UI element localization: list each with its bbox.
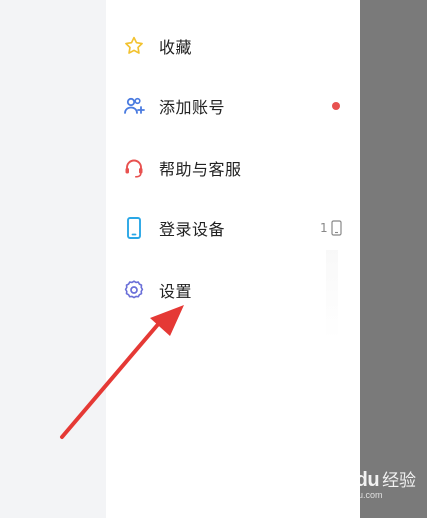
menu-item-label: 设置 (159, 282, 193, 301)
phone-icon (122, 216, 146, 240)
menu-item-label: 收藏 (159, 38, 193, 57)
menu-item-add-account[interactable]: 添加账号 (106, 86, 360, 126)
background-content (0, 0, 106, 518)
device-count: 1 (320, 220, 342, 236)
device-count-number: 1 (320, 221, 328, 235)
watermark-url: jingyan.baidu.com (310, 490, 383, 500)
menu-item-settings[interactable]: 设置 (106, 270, 360, 310)
watermark-brand: Bai du (306, 469, 380, 491)
menu-item-login-devices[interactable]: 登录设备 1 (106, 208, 360, 248)
add-account-icon (122, 94, 146, 118)
watermark-cn: 经验 (382, 471, 417, 490)
paw-icon (339, 471, 352, 487)
side-drawer: 收藏 添加账号 帮助与客服 登录设备 1 设置 (106, 0, 360, 518)
gear-icon (122, 278, 146, 302)
menu-item-favorites[interactable]: 收藏 (106, 26, 360, 66)
menu-item-label: 添加账号 (159, 98, 226, 117)
watermark: Bai du 经验 jingyan.baidu.com (306, 466, 416, 500)
menu-item-label: 登录设备 (159, 220, 226, 239)
star-icon (122, 34, 146, 58)
small-phone-icon (331, 220, 342, 236)
dim-overlay[interactable] (360, 0, 427, 518)
menu-item-label: 帮助与客服 (159, 160, 242, 179)
notification-dot (332, 102, 340, 110)
faint-shadow (326, 250, 338, 340)
menu-item-help-support[interactable]: 帮助与客服 (106, 148, 360, 188)
headset-icon (122, 156, 146, 180)
